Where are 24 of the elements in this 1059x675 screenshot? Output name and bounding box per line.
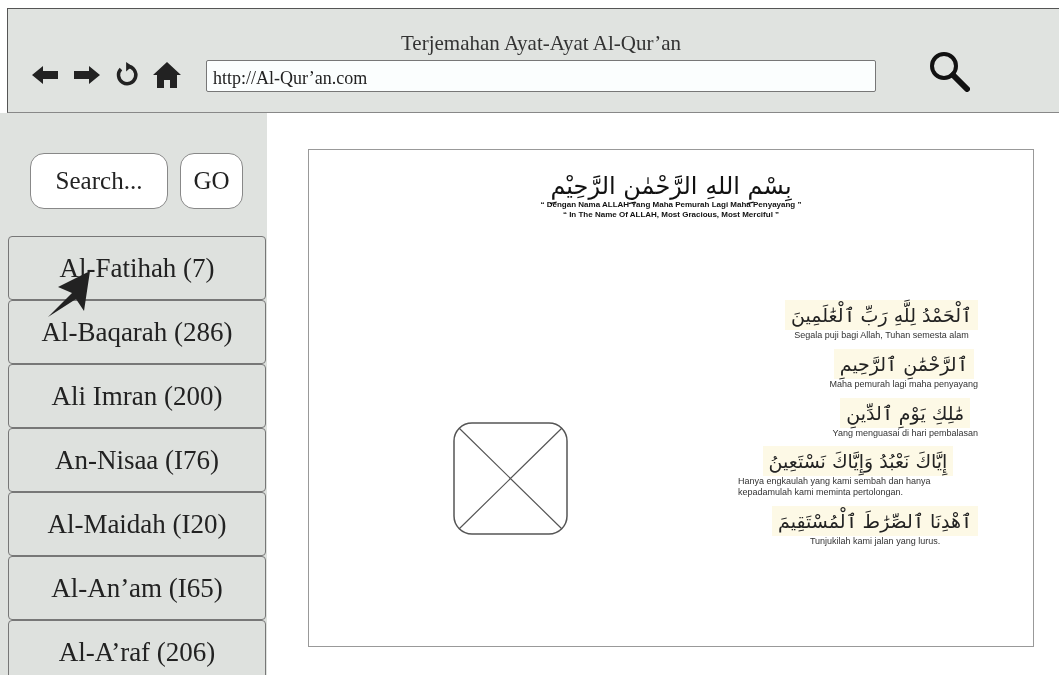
- verse-arabic: ٱلرَّحْمَٰنِ ٱلرَّحِيمِ: [833, 348, 974, 379]
- surah-item[interactable]: An-Nisaa (I76): [8, 428, 266, 492]
- verse-arabic: إِيَّاكَ نَعْبُدُ وَإِيَّاكَ نَسْتَعِينُ: [762, 446, 954, 477]
- verse-translation: Hanya engkaulah yang kami sembah dan hanya kepadamulah kami meminta pertolongan.: [738, 476, 932, 498]
- verse-arabic: ٱهْدِنَا ٱلصِّرَٰطَ ٱلْمُسْتَقِيمَ: [772, 506, 978, 536]
- basmala-translation: “ In The Name Of ALLAH, Most Gracious, Most Merciful ”: [562, 210, 780, 221]
- surah-item[interactable]: Al-Maidah (I20): [8, 492, 266, 556]
- search-field[interactable]: Search...: [30, 153, 168, 209]
- surah-item[interactable]: Al-Fatihah (7): [8, 236, 266, 300]
- verse-translation: Tunjukilah kami jalan yang lurus.: [809, 536, 941, 547]
- surah-item[interactable]: Al-A’raf (206): [8, 620, 266, 675]
- go-button[interactable]: GO: [180, 153, 243, 209]
- url-field[interactable]: http://Al-Qur’an.com: [206, 60, 876, 92]
- verse-translation: Yang menguasai di hari pembalasan: [832, 427, 978, 439]
- verse-translation: Segala puji bagi Allah, Tuhan semesta alam: [794, 330, 969, 341]
- verse-arabic: ٱلْحَمْدُ لِلَّهِ رَبِّ ٱلْعَٰلَمِينَ: [785, 300, 978, 330]
- search-icon[interactable]: [928, 50, 970, 92]
- verse-arabic: مَٰلِكِ يَوْمِ ٱلدِّينِ: [840, 397, 971, 428]
- home-icon[interactable]: [152, 60, 182, 90]
- surah-item[interactable]: Ali Imran (200): [8, 364, 266, 428]
- surah-item[interactable]: Al-An’am (I65): [8, 556, 266, 620]
- verse-translation: Maha pemurah lagi maha penyayang: [829, 378, 978, 390]
- page-title: Terjemahan Ayat-Ayat Al-Qur’an: [401, 31, 681, 56]
- surah-item[interactable]: Al-Baqarah (286): [8, 300, 266, 364]
